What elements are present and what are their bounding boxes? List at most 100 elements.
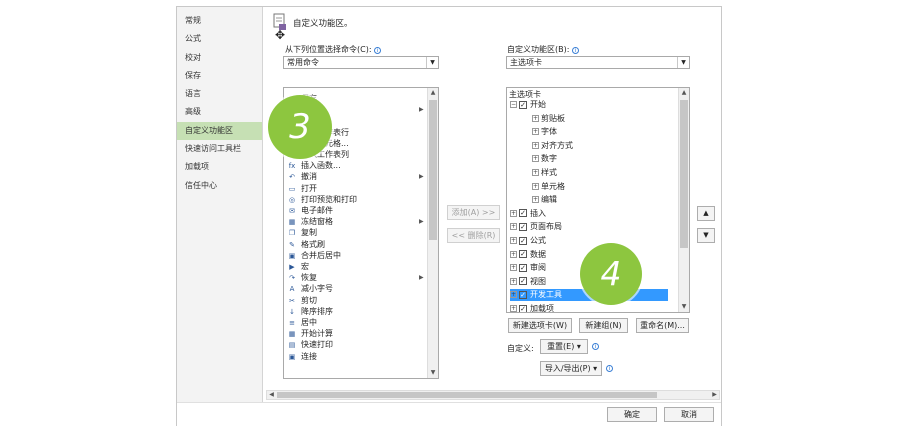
expand-icon[interactable]: +: [510, 305, 517, 312]
new-group-button[interactable]: 新建组(N): [579, 318, 628, 333]
expand-icon[interactable]: +: [532, 196, 539, 204]
expand-icon[interactable]: +: [532, 155, 539, 163]
command-label: 打印预览和打印: [301, 194, 357, 204]
ribbon-tree-node[interactable]: + 数字: [532, 153, 557, 165]
ribbon-tree-node[interactable]: + ✓ 审阅: [510, 262, 546, 274]
customize-ribbon-dropdown[interactable]: 主选项卡 ▼: [506, 56, 690, 69]
command-item[interactable]: ✂ 剪切: [287, 296, 317, 306]
sidebar-item[interactable]: 保存: [177, 67, 262, 85]
ribbon-tree-node[interactable]: + ✓ 加载项: [510, 303, 554, 312]
ribbon-tree-node[interactable]: + 单元格: [532, 181, 565, 193]
command-item[interactable]: ↓ 降序排序: [287, 307, 333, 317]
panel-horizontal-scrollbar[interactable]: ◀ ▶: [266, 390, 720, 400]
sidebar-item[interactable]: 快速访问工具栏: [177, 140, 262, 158]
cancel-button[interactable]: 取消: [664, 407, 714, 422]
function-icon: fx: [288, 162, 296, 171]
remove-button[interactable]: << 删除(R): [447, 228, 500, 243]
expand-icon[interactable]: +: [532, 128, 539, 136]
command-item[interactable]: ▣ 合并后居中: [287, 251, 341, 261]
expand-icon[interactable]: +: [510, 264, 517, 272]
commands-scrollbar[interactable]: ▲ ▼: [427, 88, 438, 378]
command-item[interactable]: ▶ 宏: [287, 262, 309, 272]
expand-icon[interactable]: +: [510, 291, 517, 299]
import-export-button[interactable]: 导入/导出(P) ▾: [540, 361, 602, 376]
command-item[interactable]: ✎ 格式刷: [287, 240, 325, 250]
command-label: 撤消: [301, 172, 317, 182]
ribbon-tree-node[interactable]: + 对齐方式: [532, 140, 573, 152]
expand-icon[interactable]: +: [510, 237, 517, 244]
checkbox[interactable]: ✓: [519, 304, 527, 312]
tree-node-label: 字体: [541, 127, 557, 137]
expand-icon[interactable]: +: [532, 141, 539, 149]
new-tab-button[interactable]: 新建选项卡(W): [508, 318, 572, 333]
ribbon-tree-node[interactable]: + ✓ 插入: [510, 208, 546, 220]
checkbox[interactable]: ✓: [519, 263, 527, 272]
expand-icon[interactable]: +: [532, 169, 539, 176]
reset-button[interactable]: 重置(E) ▾: [540, 339, 588, 354]
scroll-down-icon[interactable]: ▼: [679, 302, 689, 312]
scrollbar-thumb[interactable]: [680, 100, 688, 248]
ribbon-tree-node[interactable]: + 样式: [532, 167, 557, 179]
command-item[interactable]: ▣ 连接: [287, 352, 317, 362]
ribbon-tree-scrollbar[interactable]: ▲ ▼: [678, 88, 689, 312]
checkbox[interactable]: ✓: [519, 209, 527, 218]
ok-button[interactable]: 确定: [607, 407, 657, 422]
ribbon-tree-node[interactable]: + ✓ 公式: [510, 235, 546, 247]
customize-ribbon-label: 自定义功能区(B): i: [507, 44, 579, 55]
command-item[interactable]: ↶ 撤消 ▶: [287, 172, 424, 182]
command-item[interactable]: ▤ 快速打印: [287, 340, 333, 350]
command-item[interactable]: fx 插入函数...: [287, 161, 341, 171]
sidebar-item[interactable]: 高级: [177, 103, 262, 121]
command-item[interactable]: ❐ 复制: [287, 228, 317, 238]
checkbox[interactable]: ✓: [519, 290, 527, 299]
sidebar-item[interactable]: 公式: [177, 30, 262, 48]
sidebar-item[interactable]: 信任中心: [177, 177, 262, 195]
expand-icon[interactable]: +: [532, 114, 539, 122]
command-item[interactable]: ≡ 居中: [287, 318, 317, 328]
expand-icon[interactable]: +: [510, 223, 517, 231]
scroll-up-icon[interactable]: ▲: [428, 88, 438, 98]
expand-icon[interactable]: +: [510, 209, 517, 217]
scroll-left-icon[interactable]: ◀: [267, 391, 276, 399]
scroll-right-icon[interactable]: ▶: [710, 391, 719, 399]
open-icon: ▭: [288, 184, 296, 193]
sidebar-item[interactable]: 自定义功能区: [177, 121, 262, 141]
rename-button[interactable]: 重命名(M)...: [636, 318, 689, 333]
command-item[interactable]: ↷ 恢复 ▶: [287, 273, 424, 283]
scrollbar-thumb[interactable]: [429, 100, 437, 240]
command-item[interactable]: ▦ 开始计算: [287, 329, 333, 339]
command-item[interactable]: ▦ 冻结窗格 ▶: [287, 217, 424, 227]
command-item[interactable]: ◎ 打印预览和打印: [287, 195, 357, 205]
ribbon-tree-node[interactable]: + 编辑: [532, 194, 557, 206]
checkbox[interactable]: ✓: [519, 100, 527, 109]
ribbon-tree-node[interactable]: + ✓ 页面布局: [510, 221, 562, 233]
ribbon-tree-node[interactable]: + ✓ 数据: [510, 249, 546, 261]
expand-icon[interactable]: +: [532, 182, 539, 190]
command-label: 冻结窗格: [301, 217, 333, 227]
checkbox[interactable]: ✓: [519, 277, 527, 286]
expand-icon[interactable]: +: [510, 277, 517, 285]
move-up-button[interactable]: ▲: [697, 206, 715, 221]
sidebar-item[interactable]: 语言: [177, 85, 262, 103]
command-item[interactable]: ✉ 电子邮件: [287, 206, 333, 216]
ribbon-tree-node[interactable]: − ✓ 开始: [510, 99, 546, 111]
checkbox[interactable]: ✓: [519, 222, 527, 231]
ribbon-tree-node[interactable]: + 字体: [532, 126, 557, 138]
ribbon-tree-node[interactable]: + ✓ 视图: [510, 276, 546, 288]
scroll-up-icon[interactable]: ▲: [679, 88, 689, 98]
checkbox[interactable]: ✓: [519, 236, 527, 245]
command-item[interactable]: ▭ 打开: [287, 184, 317, 194]
move-down-button[interactable]: ▼: [697, 228, 715, 243]
command-item[interactable]: A 减小字号: [287, 284, 333, 294]
sidebar-item[interactable]: 校对: [177, 49, 262, 67]
expand-icon[interactable]: +: [510, 250, 517, 258]
checkbox[interactable]: ✓: [519, 250, 527, 259]
add-button[interactable]: 添加(A) >>: [447, 205, 500, 220]
choose-commands-dropdown[interactable]: 常用命令 ▼: [283, 56, 439, 69]
sidebar-item[interactable]: 加载项: [177, 158, 262, 176]
ribbon-tree-node[interactable]: + 剪贴板: [532, 113, 565, 125]
scrollbar-thumb[interactable]: [277, 392, 657, 398]
scroll-down-icon[interactable]: ▼: [428, 368, 438, 378]
sidebar-item[interactable]: 常规: [177, 12, 262, 30]
collapse-icon[interactable]: −: [510, 101, 517, 108]
